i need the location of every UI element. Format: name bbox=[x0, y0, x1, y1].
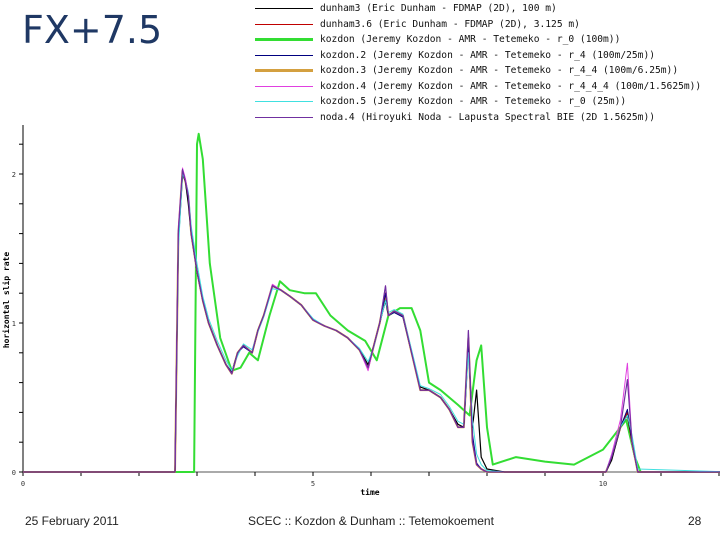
series-line-kozdon-3 bbox=[23, 170, 720, 473]
series-line-kozdon-2 bbox=[23, 169, 720, 473]
y-tick-label: 2 bbox=[12, 171, 16, 179]
x-tick-label: 0 bbox=[21, 480, 25, 488]
series-line-kozdon-4 bbox=[23, 167, 720, 473]
y-tick-label: 1 bbox=[12, 320, 16, 328]
legend-swatch bbox=[255, 54, 313, 56]
legend-swatch bbox=[255, 69, 313, 73]
legend-label: kozdon.3 (Jeremy Kozdon - AMR - Tetemeko… bbox=[320, 65, 679, 77]
legend-swatch bbox=[255, 85, 313, 87]
legend-item: dunham3 (Eric Dunham - FDMAP (2D), 100 m… bbox=[255, 1, 701, 17]
legend-swatch bbox=[255, 38, 313, 42]
axes: 0 1 2 0 5 10 bbox=[12, 125, 720, 488]
legend-label: noda.4 (Hiroyuki Noda - Lapusta Spectral… bbox=[320, 111, 656, 123]
series-line-kozdon bbox=[23, 132, 720, 473]
series-line-dunham3-6 bbox=[23, 170, 720, 473]
legend-swatch bbox=[255, 8, 313, 10]
footer-center-text: SCEC :: Kozdon & Dunham :: Tetemokoement bbox=[248, 514, 494, 528]
legend-swatch bbox=[255, 116, 313, 118]
legend-swatch bbox=[255, 101, 313, 103]
legend-label: dunham3 (Eric Dunham - FDMAP (2D), 100 m… bbox=[320, 3, 557, 15]
legend-item: kozdon (Jeremy Kozdon - AMR - Tetemeko -… bbox=[255, 32, 701, 48]
legend-item: kozdon.3 (Jeremy Kozdon - AMR - Tetemeko… bbox=[255, 63, 701, 79]
legend-item: kozdon.4 (Jeremy Kozdon - AMR - Tetemeko… bbox=[255, 79, 701, 95]
legend-item: kozdon.2 (Jeremy Kozdon - AMR - Tetemeko… bbox=[255, 48, 701, 64]
y-axis-label: horizontal slip rate bbox=[1, 252, 11, 349]
x-tick-label: 5 bbox=[311, 480, 315, 488]
legend-label: kozdon.5 (Jeremy Kozdon - AMR - Tetemeko… bbox=[320, 96, 627, 108]
legend-label: kozdon.2 (Jeremy Kozdon - AMR - Tetemeko… bbox=[320, 49, 656, 61]
series-lines bbox=[23, 132, 720, 473]
series-line-dunham3 bbox=[23, 173, 720, 473]
legend-item: kozdon.5 (Jeremy Kozdon - AMR - Tetemeko… bbox=[255, 94, 701, 110]
page-number: 28 bbox=[688, 514, 702, 528]
legend-label: kozdon (Jeremy Kozdon - AMR - Tetemeko -… bbox=[320, 34, 621, 46]
legend-item: dunham3.6 (Eric Dunham - FDMAP (2D), 3.1… bbox=[255, 17, 701, 33]
legend: dunham3 (Eric Dunham - FDMAP (2D), 100 m… bbox=[255, 1, 701, 125]
legend-item: noda.4 (Hiroyuki Noda - Lapusta Spectral… bbox=[255, 110, 701, 126]
series-line-noda-4 bbox=[23, 168, 720, 473]
y-tick-label: 0 bbox=[12, 469, 16, 477]
legend-swatch bbox=[255, 23, 313, 25]
legend-label: dunham3.6 (Eric Dunham - FDMAP (2D), 3.1… bbox=[320, 18, 580, 30]
series-line-kozdon-5 bbox=[23, 173, 720, 473]
x-axis-label: time bbox=[360, 487, 379, 497]
x-tick-label: 10 bbox=[599, 480, 607, 488]
footer-date: 25 February 2011 bbox=[25, 514, 119, 528]
legend-label: kozdon.4 (Jeremy Kozdon - AMR - Tetemeko… bbox=[320, 80, 702, 92]
